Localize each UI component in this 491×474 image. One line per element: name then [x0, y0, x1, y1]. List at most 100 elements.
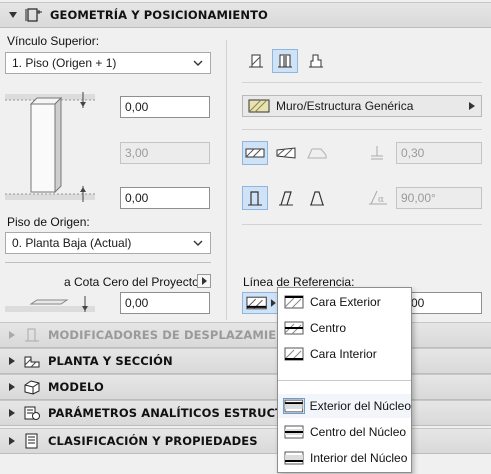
core-interior-icon	[284, 451, 304, 465]
angle-icon: α	[367, 188, 389, 211]
column-divider	[226, 40, 227, 320]
triangle-right-icon	[469, 102, 475, 110]
thickness-icon	[367, 143, 387, 166]
height-value: 3,00	[125, 146, 149, 160]
vertical-wall-icon	[248, 191, 262, 206]
divider	[242, 82, 482, 83]
menu-item-core-center[interactable]: Centro del Núcleo	[278, 420, 411, 444]
core-exterior-icon	[283, 398, 305, 414]
geometry-positioning-icon	[25, 7, 43, 23]
section-header-classification[interactable]: CLASIFICACIÓN Y PROPIEDADES	[0, 428, 491, 454]
classification-icon	[23, 433, 41, 449]
triangle-right-icon	[271, 299, 277, 307]
divider	[5, 262, 211, 263]
height-field: 3,00	[120, 142, 210, 164]
top-offset-value: 0,00	[125, 100, 149, 114]
divider	[242, 224, 482, 225]
menu-item-label: Centro	[310, 321, 347, 335]
slanted-wall-icon	[279, 191, 293, 206]
offset-modifier-icon	[23, 327, 41, 343]
profile-wall-icon	[307, 148, 327, 159]
chevron-down-icon	[193, 60, 203, 66]
project-zero-field[interactable]: 0,00	[120, 292, 210, 314]
origin-floor-label: Piso de Origen:	[7, 215, 90, 229]
menu-separator	[278, 380, 411, 381]
expand-triangle-icon[interactable]	[9, 409, 15, 417]
menu-item-exterior-face[interactable]: Cara Exterior	[278, 290, 411, 314]
trapezoid-wall-button[interactable]	[272, 49, 298, 73]
section-header-offset-modifiers[interactable]: MODIFICADORES DE DESPLAZAMIENTO DE	[0, 322, 491, 348]
project-zero-value: 0,00	[125, 296, 149, 310]
project-zero-toggle[interactable]	[197, 274, 211, 288]
top-link-value: 1. Piso (Origen + 1)	[12, 56, 117, 70]
divider	[242, 129, 482, 130]
section-title: GEOMETRÍA Y POSICIONAMIENTO	[50, 8, 268, 22]
menu-item-core-exterior[interactable]: Exterior del Núcleo	[278, 394, 411, 418]
exterior-face-icon	[284, 295, 304, 309]
reference-line-icon	[246, 296, 267, 310]
project-zero-illustration	[5, 294, 113, 316]
menu-item-label: Exterior del Núcleo	[309, 399, 411, 413]
chevron-down-icon	[193, 240, 203, 246]
menu-item-label: Cara Exterior	[310, 295, 381, 309]
menu-item-label: Cara Interior	[310, 347, 377, 361]
section-header-geometry[interactable]: GEOMETRÍA Y POSICIONAMIENTO	[0, 2, 491, 28]
top-link-label: Vínculo Superior:	[7, 34, 100, 48]
polygonal-wall-button[interactable]	[303, 49, 329, 73]
reference-line-menu: Cara Exterior Centro Cara Interior Exter…	[277, 287, 412, 473]
menu-item-label: Interior del Núcleo	[310, 451, 408, 465]
expand-triangle-icon[interactable]	[9, 437, 15, 445]
svg-text:α: α	[378, 195, 384, 205]
expand-triangle-icon[interactable]	[9, 331, 15, 339]
bottom-offset-field[interactable]: 0,00	[120, 187, 210, 209]
reference-line-dropdown-button[interactable]	[242, 292, 278, 314]
expand-triangle-icon[interactable]	[9, 383, 15, 391]
menu-item-interior-face[interactable]: Cara Interior	[278, 342, 411, 366]
section-header-model[interactable]: MODELO	[0, 374, 491, 400]
material-value: Muro/Estructura Genérica	[276, 99, 414, 113]
section-header-structural-analytics[interactable]: PARÁMETROS ANALÍTICOS ESTRUCTURALES	[0, 400, 491, 426]
angle-field: 90,00°	[396, 187, 482, 209]
origin-floor-value: 0. Planta Baja (Actual)	[12, 236, 132, 250]
menu-item-core-interior[interactable]: Interior del Núcleo	[278, 446, 411, 470]
thickness-field: 0,30	[396, 142, 482, 164]
menu-item-label: Centro del Núcleo	[310, 425, 407, 439]
stepped-wall-icon	[309, 54, 323, 68]
basic-wall-icon	[245, 148, 265, 158]
floor-plan-section-icon	[23, 353, 41, 369]
project-zero-label: a Cota Cero del Proyecto	[64, 275, 199, 289]
top-link-select[interactable]: 1. Piso (Origen + 1)	[5, 52, 211, 74]
building-material-selector[interactable]: Muro/Estructura Genérica	[242, 95, 482, 117]
core-center-icon	[284, 425, 304, 439]
wall-elevation-illustration	[5, 90, 113, 208]
section-title: MODELO	[48, 380, 104, 394]
structural-analytics-icon	[23, 405, 41, 421]
angle-value: 90,00°	[401, 191, 436, 205]
expand-triangle-icon[interactable]	[9, 357, 15, 365]
straight-wall-icon	[249, 54, 263, 68]
section-header-floor-plan[interactable]: PLANTA Y SECCIÓN	[0, 348, 491, 374]
profile-structure-button[interactable]	[304, 141, 330, 165]
section-title: CLASIFICACIÓN Y PROPIEDADES	[48, 434, 258, 448]
origin-floor-select[interactable]: 0. Planta Baja (Actual)	[5, 232, 211, 254]
composite-structure-button[interactable]	[273, 141, 299, 165]
interior-face-icon	[284, 347, 304, 361]
basic-structure-button[interactable]	[242, 141, 268, 165]
bottom-offset-value: 0,00	[125, 191, 149, 205]
double-slanted-wall-button[interactable]	[304, 186, 330, 210]
slanted-wall-button[interactable]	[273, 186, 299, 210]
double-wall-icon	[278, 54, 292, 68]
menu-item-center[interactable]: Centro	[278, 316, 411, 340]
collapse-triangle-icon[interactable]	[9, 12, 17, 18]
model-cube-icon	[23, 379, 41, 395]
double-slanted-wall-icon	[310, 191, 324, 206]
straight-wall-button[interactable]	[243, 49, 269, 73]
center-line-icon	[284, 321, 304, 335]
reference-offset-value: 00	[411, 296, 425, 310]
composite-wall-icon	[276, 147, 296, 159]
triangle-right-icon	[202, 277, 207, 285]
material-swatch-icon	[248, 99, 270, 113]
top-offset-field[interactable]: 0,00	[120, 96, 210, 118]
section-title: PLANTA Y SECCIÓN	[48, 354, 173, 368]
vertical-wall-button[interactable]	[242, 186, 268, 210]
